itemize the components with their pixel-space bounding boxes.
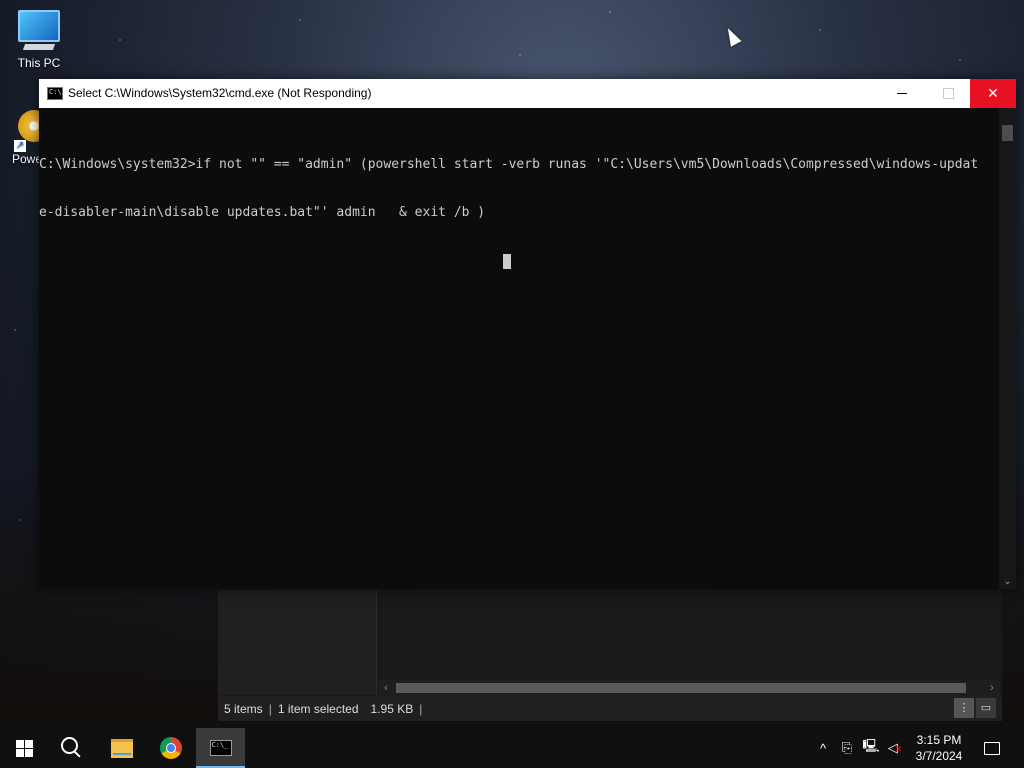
- large-icons-view-icon[interactable]: ▭: [976, 698, 996, 718]
- action-center-button[interactable]: [978, 728, 1006, 768]
- chevron-up-icon: ^: [819, 740, 827, 756]
- network-icon: ⎘: [841, 740, 853, 755]
- mouse-cursor-icon: [722, 25, 742, 47]
- desktop-icon-label: This PC: [17, 56, 61, 70]
- console-line: e-disabler-main\disable updates.bat"' ad…: [39, 205, 486, 220]
- desktop-icon-powe[interactable]: ↗ Powe: [0, 110, 50, 166]
- window-title: Select C:\Windows\System32\cmd.exe (Not …: [68, 86, 372, 100]
- taskbar-cmd[interactable]: C:\_: [196, 728, 245, 768]
- show-hidden-icons-button[interactable]: ^: [813, 728, 833, 768]
- file-explorer-window: ‹ › 5 items | 1 item selected 1.95 KB | …: [218, 590, 1002, 721]
- separator: |: [419, 701, 423, 716]
- windows-logo-icon: [15, 739, 33, 757]
- tray-network[interactable]: 🖳: [861, 728, 881, 768]
- vertical-scrollbar[interactable]: ⌄: [999, 108, 1016, 589]
- details-view-icon[interactable]: ⋮: [954, 698, 974, 718]
- notification-icon: [984, 741, 1000, 755]
- taskbar: C:\_ ^ ⎘ 🖳 ◁✕ 3:15 PM 3/7/2024: [0, 728, 1024, 768]
- folder-icon: [111, 738, 133, 758]
- chrome-icon: [160, 737, 182, 759]
- title-bar[interactable]: C:\ Select C:\Windows\System32\cmd.exe (…: [39, 79, 1016, 108]
- search-icon: [60, 736, 78, 754]
- item-count: 5 items: [224, 701, 263, 716]
- taskbar-file-explorer[interactable]: [98, 728, 146, 768]
- cmd-icon: C:\: [47, 87, 63, 100]
- network-icon: 🖳: [862, 738, 880, 753]
- selection-size: 1.95 KB: [370, 701, 414, 716]
- scroll-right-icon[interactable]: ›: [984, 680, 1000, 696]
- text-cursor: [503, 254, 511, 269]
- shortcut-arrow-icon: ↗: [14, 140, 26, 152]
- scrollbar-thumb[interactable]: [396, 683, 966, 693]
- close-button[interactable]: ✕: [970, 79, 1016, 108]
- tray-network-status[interactable]: ⎘: [836, 728, 858, 768]
- tray-volume[interactable]: ◁✕: [884, 728, 906, 768]
- console-output[interactable]: C:\Windows\system32>if not "" == "admin"…: [39, 108, 999, 606]
- desktop-icon-this-pc[interactable]: This PC: [3, 8, 75, 70]
- computer-icon: [18, 10, 60, 42]
- clock-date: 3/7/2024: [915, 749, 963, 763]
- console-line: C:\Windows\system32>if not "" == "admin"…: [39, 157, 979, 172]
- minimize-button[interactable]: [879, 79, 925, 108]
- volume-muted-icon: ◁✕: [887, 740, 903, 755]
- cmd-icon: C:\_: [209, 740, 232, 756]
- desktop-icon-label: Powe: [12, 152, 43, 166]
- scrollbar-thumb[interactable]: [1002, 125, 1013, 141]
- search-button[interactable]: [48, 728, 96, 768]
- scroll-left-icon[interactable]: ‹: [378, 680, 394, 696]
- maximize-button[interactable]: [925, 79, 971, 108]
- status-bar: 5 items | 1 item selected 1.95 KB | ⋮ ▭: [218, 696, 1002, 721]
- minimize-icon: [897, 93, 907, 94]
- clock-time: 3:15 PM: [916, 733, 962, 747]
- clock[interactable]: 3:15 PM 3/7/2024: [909, 728, 969, 768]
- cmd-window[interactable]: C:\ Select C:\Windows\System32\cmd.exe (…: [39, 79, 1016, 589]
- close-icon: ✕: [987, 85, 999, 101]
- start-button[interactable]: [0, 728, 48, 768]
- maximize-icon: [942, 88, 954, 99]
- taskbar-chrome[interactable]: [147, 728, 195, 768]
- selection-count: 1 item selected: [277, 701, 359, 716]
- horizontal-scrollbar[interactable]: ‹ ›: [378, 680, 1000, 696]
- scroll-down-icon[interactable]: ⌄: [999, 576, 1016, 587]
